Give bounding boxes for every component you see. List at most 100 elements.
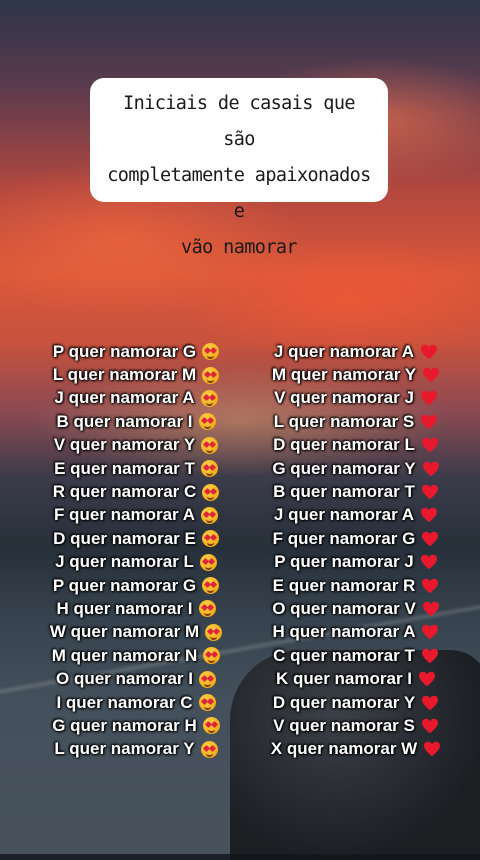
couple-initials-row: F quer namorar G xyxy=(256,527,456,550)
couple-initials-text: G quer namorar Y xyxy=(272,458,416,478)
red-heart-icon xyxy=(422,461,439,476)
couple-initials-row: V quer namorar J xyxy=(256,387,456,410)
heart-eyes-emoji-icon xyxy=(201,436,219,454)
red-heart-icon xyxy=(421,437,438,453)
couple-initials-row: D quer namorar E xyxy=(36,527,236,550)
couple-initials-text: D quer namorar Y xyxy=(272,692,416,712)
couple-initials-row: D quer namorar L xyxy=(256,434,456,457)
couple-initials-text: D quer namorar L xyxy=(273,435,415,455)
couple-initials-text: V quer namorar Y xyxy=(53,435,196,455)
couple-initials-text: L quer namorar M xyxy=(52,365,197,385)
red-heart-icon xyxy=(424,742,441,757)
heart-eyes-emoji-icon xyxy=(198,600,216,618)
couple-initials-row: H quer namorar A xyxy=(256,621,456,644)
couple-initials-row: B quer namorar T xyxy=(256,480,456,503)
red-heart-icon xyxy=(421,414,438,430)
couple-initials-row: G quer namorar H xyxy=(36,714,236,737)
heart-eyes-emoji-icon xyxy=(202,483,220,501)
heart-eyes-emoji-icon xyxy=(202,366,220,384)
couple-initials-text: O quer namorar V xyxy=(272,598,416,618)
couple-initials-text: F quer namorar A xyxy=(53,505,196,525)
couple-initials-row: J quer namorar A xyxy=(256,340,456,363)
heart-eyes-emoji-icon xyxy=(198,694,216,712)
couple-initials-row: D quer namorar Y xyxy=(256,691,456,714)
couple-initials-text: J quer namorar L xyxy=(55,552,194,572)
heart-eyes-emoji-icon xyxy=(201,506,219,524)
couple-initials-row: P quer namorar G xyxy=(36,340,236,363)
couple-initials-text: H quer namorar I xyxy=(56,598,193,618)
heart-eyes-emoji-icon xyxy=(200,740,218,758)
couple-initials-text: K quer namorar I xyxy=(275,669,413,689)
couple-initials-row: E quer namorar T xyxy=(36,457,236,480)
heart-eyes-emoji-icon xyxy=(198,413,216,431)
red-heart-icon xyxy=(421,344,438,359)
couple-initials-row: L quer namorar Y xyxy=(36,738,236,761)
couple-initials-row: J quer namorar A xyxy=(256,504,456,527)
couple-initials-row: H quer namorar I xyxy=(36,597,236,620)
couple-initials-text: V quer namorar J xyxy=(274,388,414,408)
couple-initials-row: L quer namorar M xyxy=(36,363,236,386)
couple-initials-text: J quer namorar A xyxy=(54,388,195,408)
couple-initials-text: P quer namorar G xyxy=(52,341,197,361)
couple-initials-text: P quer namorar G xyxy=(52,575,197,595)
red-heart-icon xyxy=(422,695,439,710)
couple-initials-row: L quer namorar S xyxy=(256,410,456,433)
red-heart-icon xyxy=(422,625,439,640)
couple-initials-text: B quer namorar I xyxy=(56,411,193,431)
couple-initials-text: J quer namorar A xyxy=(273,341,415,361)
red-heart-icon xyxy=(420,391,437,406)
couple-initials-text: F quer namorar G xyxy=(272,528,416,548)
heart-eyes-emoji-icon xyxy=(205,623,223,641)
red-heart-icon xyxy=(420,554,437,570)
heart-eyes-emoji-icon xyxy=(203,647,221,665)
couple-initials-text: W quer namorar M xyxy=(49,622,200,642)
heart-eyes-emoji-icon xyxy=(202,717,220,735)
couple-initials-row: P quer namorar J xyxy=(256,551,456,574)
couple-initials-text: J quer namorar A xyxy=(273,505,415,525)
heart-eyes-emoji-icon xyxy=(201,530,219,548)
couple-initials-text: L quer namorar S xyxy=(273,411,415,431)
couple-initials-row: I quer namorar C xyxy=(36,691,236,714)
couple-initials-text: D quer namorar E xyxy=(53,528,196,548)
couple-initials-text: M quer namorar Y xyxy=(271,365,417,385)
couple-initials-text: L quer namorar Y xyxy=(54,739,195,759)
red-heart-icon xyxy=(421,718,438,734)
couple-initials-text: R quer namorar C xyxy=(52,482,197,502)
couple-initials-text: O quer namorar I xyxy=(56,669,193,689)
couple-initials-row: O quer namorar I xyxy=(36,667,236,690)
couple-initials-text: X quer namorar W xyxy=(270,739,418,759)
couple-initials-row: G quer namorar Y xyxy=(256,457,456,480)
red-heart-icon xyxy=(422,601,439,617)
heart-eyes-emoji-icon xyxy=(202,577,220,595)
red-heart-icon xyxy=(422,531,439,547)
couple-initials-text: I quer namorar C xyxy=(56,692,193,712)
couple-initials-row: E quer namorar R xyxy=(256,574,456,597)
red-heart-icon xyxy=(421,508,438,523)
couple-initials-row: F quer namorar A xyxy=(36,504,236,527)
couple-initials-row: K quer namorar I xyxy=(256,667,456,690)
couple-initials-row: W quer namorar M xyxy=(36,621,236,644)
red-heart-icon xyxy=(421,484,438,500)
heart-eyes-emoji-icon xyxy=(200,460,218,478)
red-heart-icon xyxy=(421,648,438,664)
heart-eyes-emoji-icon xyxy=(199,553,217,571)
title-line-3: vão namorar xyxy=(181,237,298,258)
red-heart-icon xyxy=(423,367,440,383)
title-card: Iniciais de casais que são completamente… xyxy=(90,78,388,258)
right-initials-column: J quer namorar A M quer namorar Y V quer n… xyxy=(256,340,456,761)
couple-initials-text: E quer namorar T xyxy=(54,458,195,478)
red-heart-icon xyxy=(419,671,436,687)
couple-initials-row: O quer namorar V xyxy=(256,597,456,620)
couple-initials-row: R quer namorar C xyxy=(36,480,236,503)
couple-initials-row: M quer namorar N xyxy=(36,644,236,667)
couple-initials-text: E quer namorar R xyxy=(272,575,416,595)
couple-initials-row: B quer namorar I xyxy=(36,410,236,433)
couple-initials-row: V quer namorar S xyxy=(256,714,456,737)
couple-initials-row: X quer namorar W xyxy=(256,738,456,761)
couple-initials-row: P quer namorar G xyxy=(36,574,236,597)
couple-initials-text: B quer namorar T xyxy=(273,482,415,502)
couple-initials-text: P quer namorar J xyxy=(274,552,414,572)
couple-initials-row: C quer namorar T xyxy=(256,644,456,667)
left-initials-column: P quer namorar G L quer namorar M J quer n… xyxy=(36,340,236,761)
heart-eyes-emoji-icon xyxy=(200,389,218,407)
